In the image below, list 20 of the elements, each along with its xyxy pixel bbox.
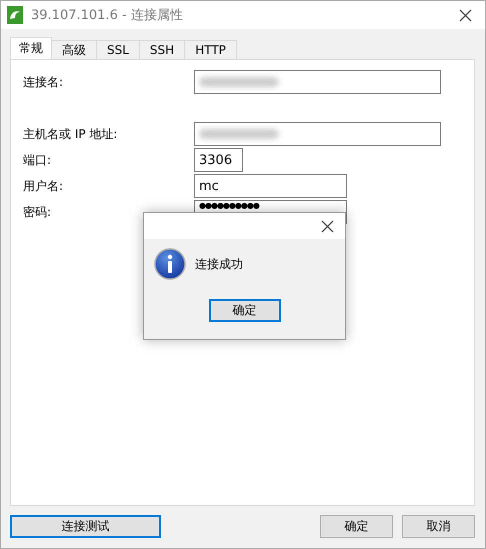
tab[interactable]: 常规 [10,37,52,59]
dialog-message: 连接成功 [195,256,243,272]
test-connection-button[interactable]: 连接测试 [10,515,161,538]
info-icon [154,248,186,280]
cancel-button[interactable]: 取消 [402,515,475,538]
field-label: 用户名: [23,178,64,194]
field-label: 连接名: [23,74,64,90]
input-field[interactable]: 3306 [194,148,243,172]
ok-button[interactable]: 确定 [320,515,393,538]
field-label: 主机名或 IP 地址: [23,126,118,142]
field-label: 密码: [23,204,52,220]
field-label: 端口: [23,152,52,168]
window-title: 39.107.101.6 - 连接属性 [31,7,184,24]
input-field[interactable] [194,122,441,146]
close-icon [458,8,472,22]
ok-button[interactable]: 确定 [208,299,280,322]
tab[interactable]: HTTP [184,40,237,59]
close-icon [320,220,334,232]
input-field[interactable] [194,70,441,94]
input-field[interactable]: mc [194,174,347,198]
